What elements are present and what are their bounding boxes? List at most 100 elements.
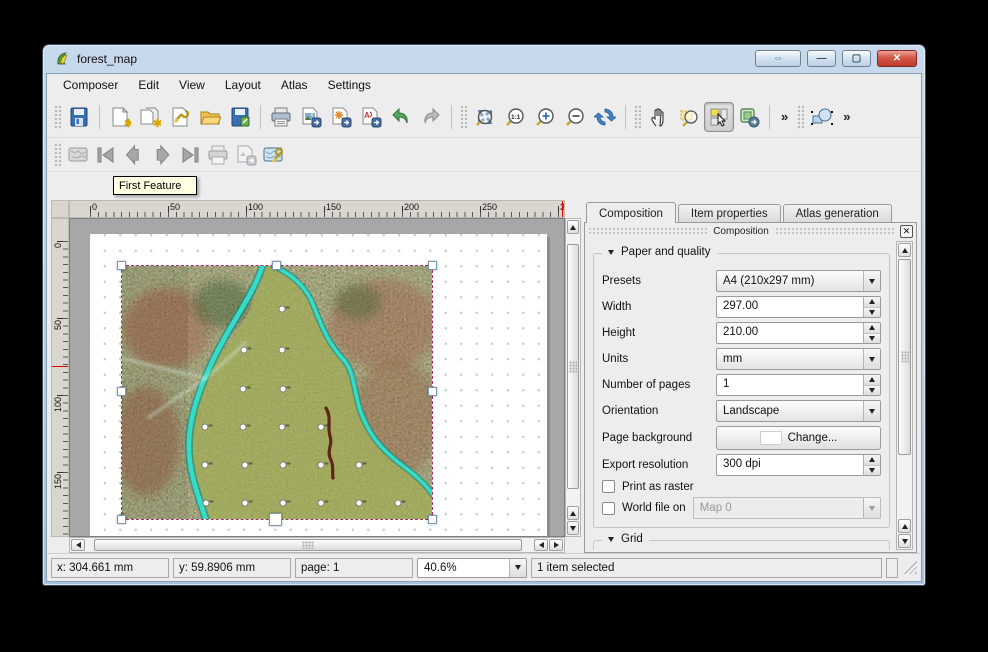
resize-handle-e[interactable] <box>428 387 437 396</box>
dock-header[interactable]: Composition ✕ <box>585 223 916 239</box>
toolbar-drag-handle[interactable] <box>54 105 61 129</box>
menu-settings[interactable]: Settings <box>318 75 381 95</box>
tab-item-properties[interactable]: Item properties <box>678 204 781 223</box>
load-from-template-button[interactable] <box>195 102 225 132</box>
menu-atlas[interactable]: Atlas <box>271 75 318 95</box>
new-composer-button[interactable]: ✱ <box>105 102 135 132</box>
toolbar-overflow-button-2[interactable]: » <box>837 109 856 124</box>
previous-feature-button[interactable] <box>120 142 148 168</box>
orientation-combobox[interactable]: Landscape <box>716 400 881 422</box>
page-background-change-button[interactable]: Change... <box>716 426 881 450</box>
move-item-content-button[interactable] <box>734 102 764 132</box>
spin-up-button[interactable] <box>864 455 880 466</box>
spin-down-button[interactable] <box>864 308 880 318</box>
refresh-view-button[interactable] <box>590 102 620 132</box>
dropdown-arrow-icon[interactable] <box>863 401 880 421</box>
spin-down-button[interactable] <box>864 386 880 396</box>
scroll-down-button[interactable] <box>567 521 579 535</box>
zoom-in-button[interactable] <box>530 102 560 132</box>
window-resize-grip[interactable] <box>904 561 917 574</box>
canvas-vertical-scrollbar[interactable] <box>565 218 581 537</box>
spin-up-button[interactable] <box>864 297 880 308</box>
tab-atlas-generation[interactable]: Atlas generation <box>783 204 892 223</box>
print-as-raster-checkbox[interactable] <box>602 480 615 493</box>
composition-viewport[interactable] <box>69 218 565 537</box>
undo-button[interactable] <box>386 102 416 132</box>
redo-button[interactable] <box>416 102 446 132</box>
zoom-out-button[interactable] <box>560 102 590 132</box>
save-button[interactable] <box>64 102 94 132</box>
zoom-level-combobox[interactable]: 40.6% <box>417 558 527 578</box>
duplicate-composer-button[interactable]: ✱ <box>135 102 165 132</box>
pan-button[interactable] <box>644 102 674 132</box>
zoom-actual-button[interactable]: 1:1 <box>500 102 530 132</box>
toolbar-drag-handle[interactable] <box>460 105 467 129</box>
width-spinbox[interactable]: 297.00 <box>716 296 881 318</box>
scroll-left-button-2[interactable] <box>534 539 548 551</box>
menu-edit[interactable]: Edit <box>128 75 169 95</box>
close-button[interactable]: ✕ <box>877 50 917 67</box>
resize-handle-ne[interactable] <box>428 261 437 270</box>
scroll-up-button-2[interactable] <box>898 519 911 533</box>
dock-vertical-scrollbar[interactable] <box>896 241 913 550</box>
dropdown-arrow-icon[interactable] <box>863 271 880 291</box>
print-button[interactable] <box>266 102 296 132</box>
spin-down-button[interactable] <box>864 466 880 476</box>
atlas-settings-button[interactable] <box>260 142 288 168</box>
spin-up-button[interactable] <box>864 375 880 386</box>
tab-composition[interactable]: Composition <box>586 202 676 223</box>
menu-view[interactable]: View <box>169 75 215 95</box>
titlebar[interactable]: forest_map ⇔ — ▢ ✕ <box>43 45 925 73</box>
toolbar-drag-handle[interactable] <box>797 105 804 129</box>
resize-handle-se[interactable] <box>428 515 437 524</box>
next-feature-button[interactable] <box>148 142 176 168</box>
last-feature-button[interactable] <box>176 142 204 168</box>
resize-handle-sw[interactable] <box>117 515 126 524</box>
maximize-button[interactable]: ▢ <box>842 50 871 67</box>
number-of-pages-spinbox[interactable]: 1 <box>716 374 881 396</box>
group-header[interactable]: Grid <box>602 533 649 545</box>
resize-handle-nw[interactable] <box>117 261 126 270</box>
minimize-button[interactable]: — <box>807 50 836 67</box>
scroll-up-button[interactable] <box>898 243 911 257</box>
scrollbar-thumb[interactable] <box>898 259 911 455</box>
scrollbar-thumb[interactable] <box>567 244 579 489</box>
zoom-full-button[interactable] <box>470 102 500 132</box>
print-atlas-button[interactable] <box>204 142 232 168</box>
menu-composer[interactable]: Composer <box>53 75 128 95</box>
toolbar-drag-handle[interactable] <box>634 105 641 129</box>
height-spinbox[interactable]: 210.00 <box>716 322 881 344</box>
resize-handle-w[interactable] <box>117 387 126 396</box>
presets-combobox[interactable]: A4 (210x297 mm) <box>716 270 881 292</box>
scroll-left-button[interactable] <box>71 539 85 551</box>
select-shapes-button[interactable] <box>807 102 837 132</box>
composer-manager-button[interactable] <box>165 102 195 132</box>
dropdown-arrow-icon[interactable] <box>863 349 880 369</box>
export-resolution-spinbox[interactable]: 300 dpi <box>716 454 881 476</box>
export-svg-button[interactable] <box>326 102 356 132</box>
restore-down-button[interactable]: ⇔ <box>755 50 801 67</box>
select-move-item-button[interactable] <box>704 102 734 132</box>
resize-handle-s[interactable] <box>269 513 282 526</box>
save-as-template-button[interactable] <box>225 102 255 132</box>
export-image-button[interactable] <box>296 102 326 132</box>
world-file-map-combobox[interactable]: Map 0 <box>693 497 881 519</box>
export-atlas-button[interactable] <box>232 142 260 168</box>
map-item-selected[interactable] <box>122 266 432 519</box>
export-pdf-button[interactable]: A <box>356 102 386 132</box>
menu-layout[interactable]: Layout <box>215 75 271 95</box>
scrollbar-thumb[interactable] <box>94 539 522 551</box>
world-file-checkbox[interactable] <box>602 502 615 515</box>
toolbar-overflow-button[interactable]: » <box>775 109 794 124</box>
canvas-horizontal-scrollbar[interactable] <box>69 537 565 553</box>
units-combobox[interactable]: mm <box>716 348 881 370</box>
spin-up-button[interactable] <box>864 323 880 334</box>
resize-handle-n[interactable] <box>272 261 281 270</box>
first-feature-button[interactable] <box>92 142 120 168</box>
dock-close-button[interactable]: ✕ <box>900 225 913 238</box>
scroll-up-button[interactable] <box>567 220 579 234</box>
group-header[interactable]: Paper and quality <box>602 246 717 258</box>
scroll-up-button-2[interactable] <box>567 506 579 520</box>
scroll-down-button[interactable] <box>898 534 911 548</box>
composition-page[interactable] <box>90 234 547 537</box>
